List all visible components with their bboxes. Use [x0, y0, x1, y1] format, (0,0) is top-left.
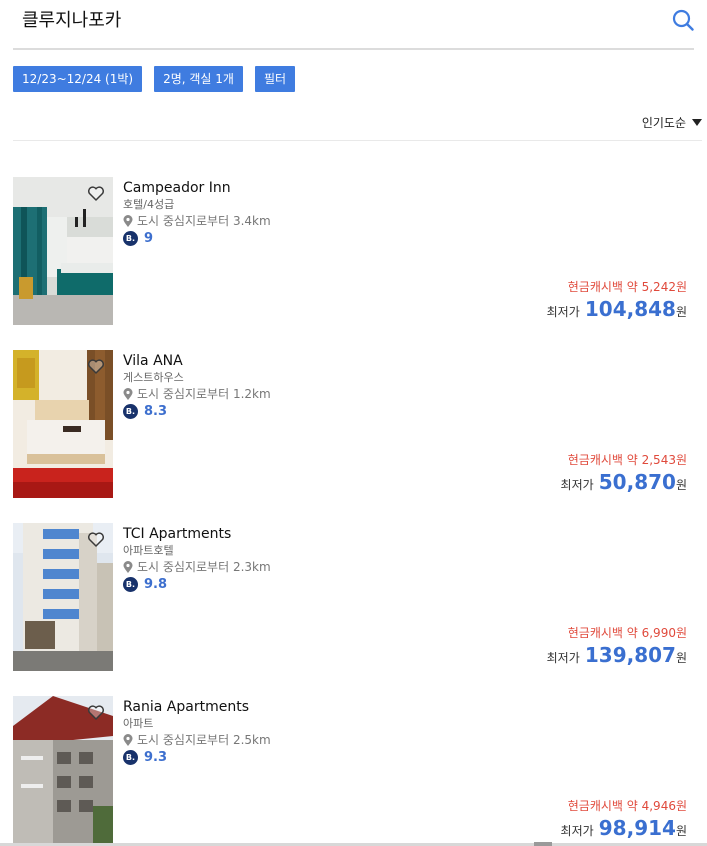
currency-label: 원: [675, 478, 687, 492]
location-pin-icon: [123, 734, 133, 746]
rating: B. 8.3: [123, 404, 271, 419]
hotel-distance: 도시 중심지로부터 2.3km: [123, 558, 271, 576]
heart-icon[interactable]: [88, 532, 104, 547]
cashback-text: 현금캐시백 약 4,946원: [567, 799, 687, 813]
hotel-type: 게스트하우스: [123, 371, 184, 384]
hotel-card-rania-apartments[interactable]: Rania Apartments 아파트 도시 중심지로부터 2.5km B. …: [13, 696, 693, 844]
hotel-photo: [13, 523, 113, 671]
currency-label: 원: [675, 824, 687, 838]
rating-score: 9: [144, 231, 154, 246]
hotel-name[interactable]: Campeador Inn: [123, 179, 271, 197]
price-block: 현금캐시백 약 5,242원 최저가 104,848원: [547, 279, 687, 321]
hotel-info: Campeador Inn 호텔/4성급 도시 중심지로부터 3.4km B. …: [123, 179, 271, 246]
guests-chip[interactable]: 2명, 객실 1개: [154, 66, 243, 92]
date-chip[interactable]: 12/23~12/24 (1박): [13, 66, 143, 92]
hotel-distance: 도시 중심지로부터 3.4km: [123, 212, 271, 230]
cashback-text: 현금캐시백 약 2,543원: [567, 453, 687, 467]
hotel-name[interactable]: Rania Apartments: [123, 698, 271, 716]
hotel-photo: [13, 350, 113, 498]
heart-icon[interactable]: [88, 705, 104, 720]
booking-badge-icon: B.: [123, 750, 138, 765]
hotel-info: Vila ANA 게스트하우스 도시 중심지로부터 1.2km B. 8.3: [123, 352, 271, 419]
rating-score: 9.8: [144, 577, 168, 592]
hotel-type: 아파트호텔: [123, 544, 174, 557]
hotel-distance: 도시 중심지로부터 2.5km: [123, 731, 271, 749]
lowest-price-label: 최저가: [546, 651, 580, 665]
price-amount: 98,914: [598, 816, 676, 840]
location-pin-icon: [123, 215, 133, 227]
price-amount: 104,848: [584, 297, 676, 321]
search-icon[interactable]: [672, 9, 694, 31]
price-block: 현금캐시백 약 6,990원 최저가 139,807원: [547, 625, 687, 667]
filter-chips: 12/23~12/24 (1박) 2명, 객실 1개 필터: [13, 66, 296, 92]
location-pin-icon: [123, 561, 133, 573]
price-block: 현금캐시백 약 4,946원 최저가 98,914원: [561, 798, 687, 840]
hotel-name[interactable]: Vila ANA: [123, 352, 271, 370]
hotel-photo: [13, 696, 113, 844]
price-amount: 50,870: [598, 470, 676, 494]
currency-label: 원: [675, 305, 687, 319]
price-amount: 139,807: [584, 643, 676, 667]
hotel-photo: [13, 177, 113, 325]
sort-label: 인기도순: [641, 116, 686, 130]
booking-badge-icon: B.: [123, 231, 138, 246]
heart-icon[interactable]: [88, 359, 104, 374]
lowest-price-label: 최저가: [560, 824, 594, 838]
hotel-card-campeador-inn[interactable]: Campeador Inn 호텔/4성급 도시 중심지로부터 3.4km B. …: [13, 177, 693, 325]
hotel-card-tci-apartments[interactable]: TCI Apartments 아파트호텔 도시 중심지로부터 2.3km B. …: [13, 523, 693, 671]
lowest-price-label: 최저가: [546, 305, 580, 319]
rating: B. 9.3: [123, 750, 271, 765]
heart-icon[interactable]: [88, 186, 104, 201]
filter-chip[interactable]: 필터: [254, 66, 296, 92]
hotel-info: TCI Apartments 아파트호텔 도시 중심지로부터 2.3km B. …: [123, 525, 271, 592]
hotel-distance: 도시 중심지로부터 1.2km: [123, 385, 271, 403]
scrollbar-thumb[interactable]: [534, 842, 552, 846]
search-query[interactable]: 클루지나포카: [22, 6, 121, 32]
cashback-text: 현금캐시백 약 5,242원: [567, 280, 687, 294]
sort-dropdown[interactable]: 인기도순: [642, 114, 702, 131]
location-pin-icon: [123, 388, 133, 400]
booking-badge-icon: B.: [123, 404, 138, 419]
rating: B. 9.8: [123, 577, 271, 592]
cashback-text: 현금캐시백 약 6,990원: [567, 626, 687, 640]
hotel-card-vila-ana[interactable]: Vila ANA 게스트하우스 도시 중심지로부터 1.2km B. 8.3 현…: [13, 350, 693, 498]
hotel-type: 아파트: [123, 717, 154, 730]
rating: B. 9: [123, 231, 271, 246]
hotel-type: 호텔/4성급: [123, 198, 175, 211]
rating-score: 9.3: [144, 750, 168, 765]
caret-down-icon: [692, 119, 702, 126]
rating-score: 8.3: [144, 404, 168, 419]
lowest-price-label: 최저가: [560, 478, 594, 492]
price-block: 현금캐시백 약 2,543원 최저가 50,870원: [561, 452, 687, 494]
currency-label: 원: [675, 651, 687, 665]
search-bar[interactable]: 클루지나포카: [13, 0, 694, 50]
hotel-name[interactable]: TCI Apartments: [123, 525, 271, 543]
hotel-info: Rania Apartments 아파트 도시 중심지로부터 2.5km B. …: [123, 698, 271, 765]
divider: [13, 140, 702, 141]
booking-badge-icon: B.: [123, 577, 138, 592]
